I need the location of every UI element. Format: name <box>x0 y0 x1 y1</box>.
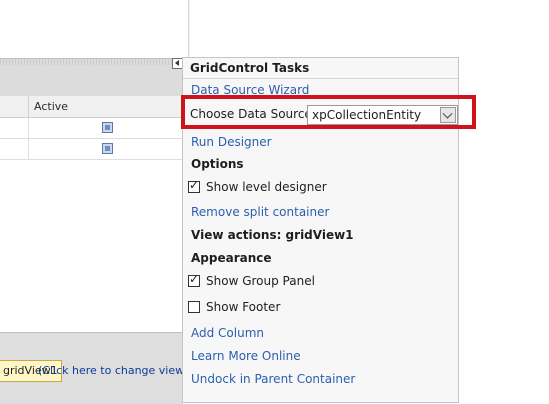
panel-title: GridControl Tasks <box>190 61 310 75</box>
grid-control[interactable]: Active <box>0 96 184 332</box>
show-footer-checkbox[interactable] <box>188 301 200 313</box>
undock-link[interactable]: Undock in Parent Container <box>191 372 355 386</box>
remove-split-container-link[interactable]: Remove split container <box>191 205 329 219</box>
data-source-select-value: xpCollectionEntity <box>312 108 422 122</box>
options-heading: Options <box>191 157 244 171</box>
data-source-wizard-link[interactable]: Data Source Wizard <box>191 83 309 97</box>
column-divider <box>28 96 29 117</box>
chevron-down-icon[interactable] <box>440 107 456 123</box>
data-source-select[interactable]: xpCollectionEntity <box>307 105 458 125</box>
column-header-active[interactable]: Active <box>34 100 68 113</box>
run-designer-link[interactable]: Run Designer <box>191 135 272 149</box>
table-row[interactable] <box>0 118 183 139</box>
learn-more-online-link[interactable]: Learn More Online <box>191 349 301 363</box>
choose-data-source-label: Choose Data Source <box>190 107 312 121</box>
show-level-designer-label: Show level designer <box>206 180 327 194</box>
choose-data-source-row: Choose Data Source xpCollectionEntity <box>186 103 458 127</box>
cell-divider <box>28 139 29 159</box>
active-checkbox-icon[interactable] <box>102 122 113 133</box>
form-designer-surface: Active gridView1 (Click here to change v… <box>0 0 190 404</box>
show-group-panel-checkbox[interactable] <box>188 272 200 287</box>
show-level-designer-checkbox[interactable] <box>188 178 200 193</box>
group-panel-strip <box>0 58 185 97</box>
cell-divider <box>28 118 29 138</box>
show-group-panel-label: Show Group Panel <box>206 274 315 288</box>
grid-control-tasks-panel: GridControl Tasks Data Source Wizard Cho… <box>182 57 459 403</box>
title-divider <box>183 78 458 79</box>
change-view-link[interactable]: (Click here to change view) <box>38 364 188 377</box>
grid-column-header-row: Active <box>0 96 183 118</box>
show-footer-label: Show Footer <box>206 300 281 314</box>
active-checkbox-icon[interactable] <box>102 143 113 154</box>
form-canvas-top <box>0 0 189 58</box>
appearance-heading: Appearance <box>191 251 272 265</box>
table-row[interactable] <box>0 139 183 160</box>
view-actions-heading: View actions: gridView1 <box>191 228 354 242</box>
add-column-link[interactable]: Add Column <box>191 326 264 340</box>
